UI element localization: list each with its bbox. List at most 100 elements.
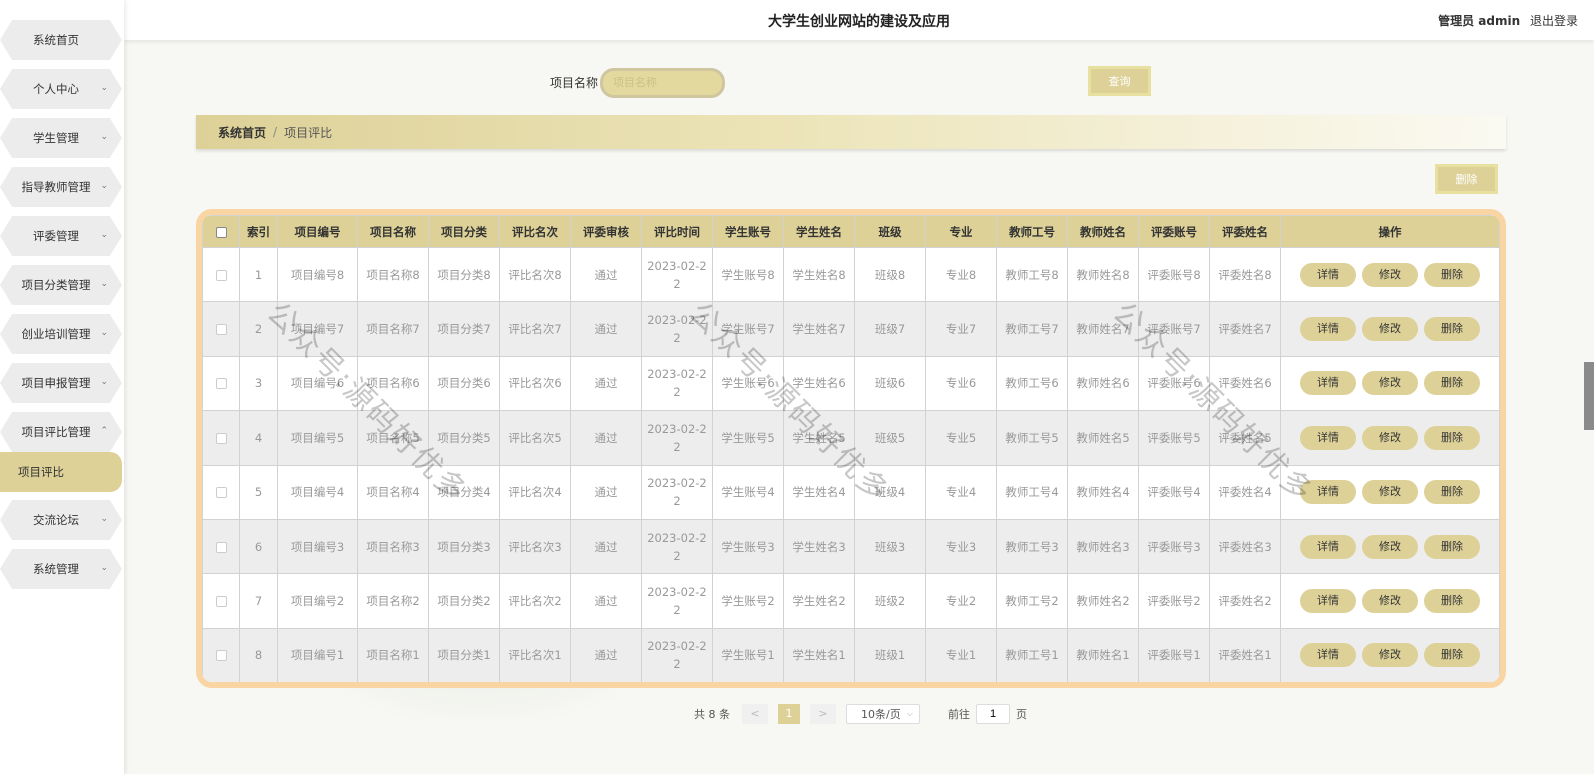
batch-delete-button[interactable]: 删除 <box>1435 164 1498 194</box>
column-header[interactable]: 项目分类 <box>428 215 500 248</box>
breadcrumb-home[interactable]: 系统首页 <box>218 124 266 141</box>
row-checkbox[interactable] <box>215 596 227 608</box>
sidebar-item[interactable]: 学生管理 ⌄ <box>0 118 122 158</box>
column-header[interactable]: 评比名次 <box>499 215 571 248</box>
delete-button[interactable]: 删除 <box>1424 317 1480 342</box>
column-header[interactable]: 专业 <box>925 215 997 248</box>
search-input[interactable] <box>600 68 725 98</box>
delete-button[interactable]: 删除 <box>1424 262 1480 287</box>
select-all-checkbox[interactable] <box>215 226 227 238</box>
table-row[interactable]: 3 项目编号6 项目名称6 项目分类6 评比名次6 通过 2023-02-22 学生账号6 学生… <box>202 355 1500 412</box>
sidebar-item[interactable]: 项目申报管理 ⌄ <box>0 363 122 403</box>
goto-page-input[interactable] <box>976 704 1010 724</box>
column-header[interactable]: 评比时间 <box>641 215 713 248</box>
row-checkbox[interactable] <box>215 432 227 444</box>
delete-button[interactable]: 删除 <box>1424 534 1480 559</box>
edit-button[interactable]: 修改 <box>1362 425 1418 450</box>
edit-button[interactable]: 修改 <box>1362 589 1418 614</box>
delete-button[interactable]: 删除 <box>1424 425 1480 450</box>
table-row[interactable]: 4 项目编号5 项目名称5 项目分类5 评比名次5 通过 2023-02-22 学生账号5 学生… <box>202 410 1500 466</box>
row-select-cell[interactable] <box>202 573 240 629</box>
edit-button[interactable]: 修改 <box>1362 534 1418 559</box>
sidebar-item[interactable]: 系统首页 <box>0 20 122 60</box>
row-select-cell[interactable] <box>202 410 240 466</box>
table-cell-rank: 评比名次8 <box>499 246 571 303</box>
column-header[interactable]: 教师工号 <box>996 215 1068 248</box>
row-checkbox[interactable] <box>215 269 227 281</box>
search-button[interactable]: 查询 <box>1088 66 1151 96</box>
page-size-select[interactable]: 10条/页 ⌵ <box>846 704 920 724</box>
row-checkbox[interactable] <box>215 541 227 553</box>
sidebar-item-label: 项目申报管理 <box>21 376 91 390</box>
column-header[interactable]: 学生姓名 <box>783 215 855 248</box>
sidebar-item[interactable]: 创业培训管理 ⌄ <box>0 314 122 354</box>
row-checkbox[interactable] <box>215 650 227 662</box>
sidebar-item[interactable]: 项目分类管理 ⌄ <box>0 265 122 305</box>
sidebar-item[interactable]: 项目评比管理 ⌃ <box>0 412 122 452</box>
sidebar-item[interactable]: 个人中心 ⌄ <box>0 69 122 109</box>
sidebar-item[interactable]: 交流论坛 ⌄ <box>0 500 122 540</box>
table-cell-class: 班级2 <box>854 573 926 629</box>
page-scrollbar[interactable] <box>1584 362 1594 430</box>
column-header[interactable]: 班级 <box>854 215 926 248</box>
data-table: 索引 项目编号 项目名称 项目分类 评比名次 评委审核 评比时间 学生账号 学生姓名 班级 专业 教师… <box>202 215 1500 682</box>
detail-button[interactable]: 详情 <box>1300 589 1356 614</box>
detail-button[interactable]: 详情 <box>1300 371 1356 396</box>
table-cell-category: 项目分类1 <box>428 627 500 682</box>
column-header[interactable]: 操作 <box>1280 215 1500 248</box>
page-number-button[interactable]: 1 <box>778 704 800 724</box>
detail-button[interactable]: 详情 <box>1300 425 1356 450</box>
detail-button[interactable]: 详情 <box>1300 480 1356 505</box>
sidebar-item[interactable]: 项目评比 <box>0 452 122 492</box>
column-header[interactable]: 评委账号 <box>1138 215 1210 248</box>
table-cell-code: 项目编号7 <box>277 301 358 357</box>
delete-button[interactable]: 删除 <box>1424 480 1480 505</box>
sidebar-item[interactable]: 系统管理 ⌄ <box>0 549 122 589</box>
sidebar-item[interactable]: 指导教师管理 ⌄ <box>0 167 122 207</box>
table-cell-name: 项目名称6 <box>357 355 429 412</box>
column-header[interactable]: 学生账号 <box>712 215 784 248</box>
logout-link[interactable]: 退出登录 <box>1530 14 1578 28</box>
column-header[interactable]: 评委审核 <box>570 215 642 248</box>
column-header[interactable]: 项目名称 <box>357 215 429 248</box>
delete-button[interactable]: 删除 <box>1424 643 1480 668</box>
detail-button[interactable]: 详情 <box>1300 262 1356 287</box>
table-cell-name: 项目名称7 <box>357 301 429 357</box>
delete-button[interactable]: 删除 <box>1424 589 1480 614</box>
table-cell-jud-acc: 评委账号2 <box>1138 573 1210 629</box>
table-row[interactable]: 6 项目编号3 项目名称3 项目分类3 评比名次3 通过 2023-02-22 学生账号3 学生… <box>202 518 1500 575</box>
breadcrumb: 系统首页 / 项目评比 <box>196 115 1506 149</box>
edit-button[interactable]: 修改 <box>1362 317 1418 342</box>
edit-button[interactable]: 修改 <box>1362 480 1418 505</box>
row-select-cell[interactable] <box>202 518 240 575</box>
column-header[interactable]: 索引 <box>239 215 278 248</box>
row-checkbox[interactable] <box>215 324 227 336</box>
table-row[interactable]: 1 项目编号8 项目名称8 项目分类8 评比名次8 通过 2023-02-22 学生账号8 学生… <box>202 246 1500 303</box>
column-header[interactable]: 项目编号 <box>277 215 358 248</box>
edit-button[interactable]: 修改 <box>1362 371 1418 396</box>
detail-button[interactable]: 详情 <box>1300 534 1356 559</box>
row-select-cell[interactable] <box>202 627 240 682</box>
column-header[interactable]: 教师姓名 <box>1067 215 1139 248</box>
table-row[interactable]: 7 项目编号2 项目名称2 项目分类2 评比名次2 通过 2023-02-22 学生账号2 学生… <box>202 573 1500 629</box>
sidebar-item[interactable]: 评委管理 ⌄ <box>0 216 122 256</box>
top-header: 大学生创业网站的建设及应用 管理员 admin 退出登录 <box>124 0 1594 40</box>
row-select-cell[interactable] <box>202 301 240 357</box>
row-checkbox[interactable] <box>215 378 227 390</box>
column-header[interactable]: 评委姓名 <box>1209 215 1281 248</box>
select-all-cell[interactable] <box>202 215 240 248</box>
table-row[interactable]: 2 项目编号7 项目名称7 项目分类7 评比名次7 通过 2023-02-22 学生账号7 学生… <box>202 301 1500 357</box>
detail-button[interactable]: 详情 <box>1300 317 1356 342</box>
table-row[interactable]: 8 项目编号1 项目名称1 项目分类1 评比名次1 通过 2023-02-22 学生账号1 学生… <box>202 627 1500 682</box>
prev-page-button[interactable]: < <box>742 704 768 724</box>
row-select-cell[interactable] <box>202 464 240 520</box>
detail-button[interactable]: 详情 <box>1300 643 1356 668</box>
row-checkbox[interactable] <box>215 487 227 499</box>
row-select-cell[interactable] <box>202 246 240 303</box>
next-page-button[interactable]: > <box>810 704 836 724</box>
table-row[interactable]: 5 项目编号4 项目名称4 项目分类4 评比名次4 通过 2023-02-22 学生账号4 学生… <box>202 464 1500 520</box>
delete-button[interactable]: 删除 <box>1424 371 1480 396</box>
row-select-cell[interactable] <box>202 355 240 412</box>
edit-button[interactable]: 修改 <box>1362 262 1418 287</box>
edit-button[interactable]: 修改 <box>1362 643 1418 668</box>
